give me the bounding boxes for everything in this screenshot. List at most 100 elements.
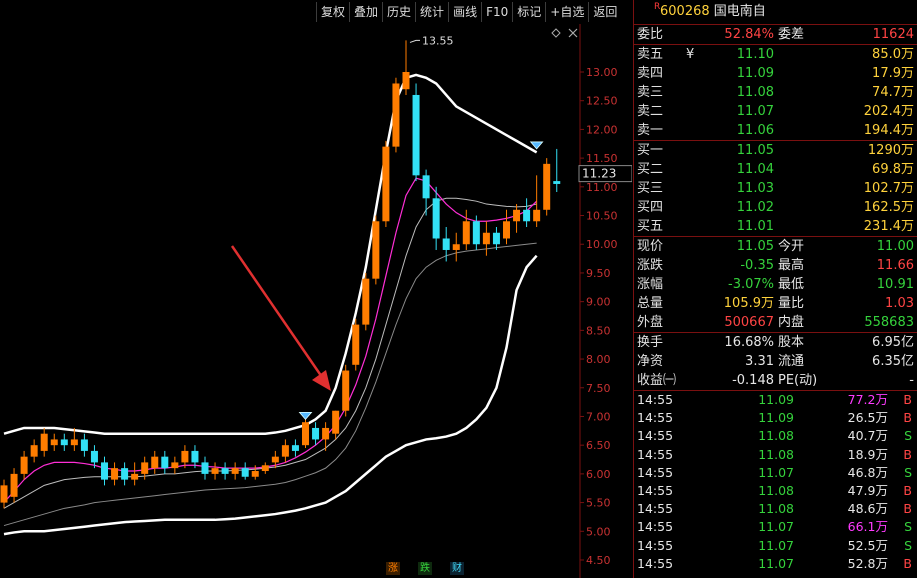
bottom-tag-1[interactable]: 跌: [418, 562, 432, 575]
candle-body[interactable]: [261, 465, 269, 472]
candle-body[interactable]: [121, 468, 129, 480]
stat-value: 1.03: [885, 296, 914, 311]
candle-body[interactable]: [553, 181, 561, 184]
candle-body[interactable]: [231, 468, 239, 474]
candle-body[interactable]: [80, 439, 88, 451]
candle-body[interactable]: [101, 462, 108, 480]
price-tick-label: 7.00: [586, 410, 611, 423]
stat-label: 外盘: [637, 315, 664, 330]
candle-body[interactable]: [462, 221, 470, 245]
close-icon[interactable]: [568, 28, 578, 38]
candle-body[interactable]: [20, 456, 28, 474]
price-tick-label: 4.50: [586, 554, 611, 567]
candle-body[interactable]: [70, 439, 78, 446]
bottom-tag-2[interactable]: 财: [450, 562, 464, 575]
stock-code[interactable]: 600268: [660, 4, 710, 19]
candle-body[interactable]: [221, 468, 229, 474]
level-price: 11.05: [736, 143, 774, 158]
candle-body[interactable]: [161, 456, 169, 469]
toolbar-button-0[interactable]: 复权: [316, 2, 349, 22]
candle-body[interactable]: [533, 209, 541, 222]
tick-volume: 52.5万: [847, 537, 888, 553]
price-tick-label: 9.50: [586, 267, 611, 280]
candle-body[interactable]: [251, 471, 259, 477]
candle-body[interactable]: [141, 462, 149, 474]
candle-body[interactable]: [412, 94, 420, 176]
candle-body[interactable]: [241, 468, 249, 477]
fundamental-value: -: [909, 373, 914, 388]
fundamental-value: 16.68%: [724, 335, 774, 350]
tick-volume: 40.7万: [847, 428, 888, 444]
quote-panel: R 600268 国电南自 委比 52.84% 委差 11624 卖五 ¥11.1…: [633, 0, 917, 578]
toolbar-button-3[interactable]: 统计: [415, 2, 448, 22]
kline-chart[interactable]: 13.00 12.50 12.00 11.50 11.00 10.50 10.00 9.50 9…: [0, 0, 632, 578]
candle-body[interactable]: [362, 278, 370, 325]
toolbar-button-5[interactable]: F10: [481, 2, 512, 22]
candle-body[interactable]: [352, 324, 360, 365]
candle-body[interactable]: [131, 473, 139, 480]
candle-body[interactable]: [332, 410, 340, 434]
tick-time: 14:55: [637, 464, 674, 480]
candle-body[interactable]: [151, 456, 159, 469]
candle-body[interactable]: [111, 468, 119, 480]
candle-body[interactable]: [302, 422, 309, 446]
kline-chart-area[interactable]: 13.00 12.50 12.00 11.50 11.00 10.50 10.00 9.50 9…: [0, 0, 632, 578]
candle-body[interactable]: [432, 198, 440, 239]
candle-body[interactable]: [322, 427, 330, 440]
candle-body[interactable]: [452, 244, 460, 250]
tick-volume: 18.9万: [847, 446, 888, 462]
toolbar-button-6[interactable]: 标记: [512, 2, 545, 22]
candle-body[interactable]: [50, 439, 58, 446]
candle-body[interactable]: [60, 439, 68, 446]
candle-body[interactable]: [10, 473, 18, 497]
candle-body[interactable]: [442, 238, 450, 250]
tick-list[interactable]: 14:55 11.09 77.2万 B 14:55 11.09 26.5万 B 14:55 11.…: [634, 391, 917, 573]
candle-body[interactable]: [492, 232, 500, 245]
candle-body[interactable]: [40, 433, 48, 451]
candle-body[interactable]: [392, 83, 400, 147]
candle-body[interactable]: [503, 221, 510, 239]
candle-body[interactable]: [543, 163, 551, 210]
price-tick-label: 8.00: [586, 353, 611, 366]
candle-body[interactable]: [291, 445, 299, 451]
toolbar-button-1[interactable]: 叠加: [349, 2, 382, 22]
candle-body[interactable]: [342, 370, 350, 411]
candle-body[interactable]: [90, 450, 98, 463]
diamond-icon[interactable]: [551, 28, 561, 38]
toolbar-button-2[interactable]: 历史: [382, 2, 415, 22]
toolbar-button-8[interactable]: 返回: [588, 2, 621, 22]
candle-body[interactable]: [372, 221, 380, 279]
candle-body[interactable]: [191, 450, 199, 463]
candle-body[interactable]: [211, 468, 219, 474]
tick-time: 14:55: [637, 392, 674, 407]
stat-row: 涨幅 -3.07% 最低 10.91: [634, 275, 917, 294]
fundamental-label: 股本: [778, 335, 805, 350]
tick-row: 14:55 11.07 52.8万 B: [634, 555, 917, 573]
candle-body[interactable]: [201, 462, 209, 474]
candle-body[interactable]: [30, 445, 38, 457]
level-label: 买一: [637, 143, 664, 158]
price-tick-label: 12.00: [586, 123, 618, 136]
toolbar-button-7[interactable]: +自选: [545, 2, 588, 22]
candle-body[interactable]: [472, 221, 480, 245]
candle-body[interactable]: [271, 456, 279, 463]
tick-volume: 48.6万: [847, 501, 888, 517]
candle-body[interactable]: [281, 445, 289, 457]
candle-body[interactable]: [523, 209, 531, 222]
candle-body[interactable]: [382, 146, 390, 222]
candle-body[interactable]: [0, 485, 8, 503]
bottom-tag-0[interactable]: 涨: [386, 562, 400, 575]
toolbar-button-4[interactable]: 画线: [448, 2, 481, 22]
candle-body[interactable]: [181, 450, 189, 463]
candle-body[interactable]: [513, 209, 521, 222]
candle-body[interactable]: [422, 175, 430, 199]
tick-volume: 66.1万: [847, 519, 888, 535]
currency-marker: ¥: [686, 47, 695, 62]
candle-body[interactable]: [402, 72, 410, 90]
candle-body[interactable]: [482, 232, 490, 245]
candle-body[interactable]: [171, 462, 179, 469]
candle-body[interactable]: [312, 427, 320, 440]
fundamental-value: 3.31: [745, 354, 774, 369]
level-volume: 231.4万: [863, 219, 914, 234]
level-volume: 1290万: [867, 143, 914, 158]
